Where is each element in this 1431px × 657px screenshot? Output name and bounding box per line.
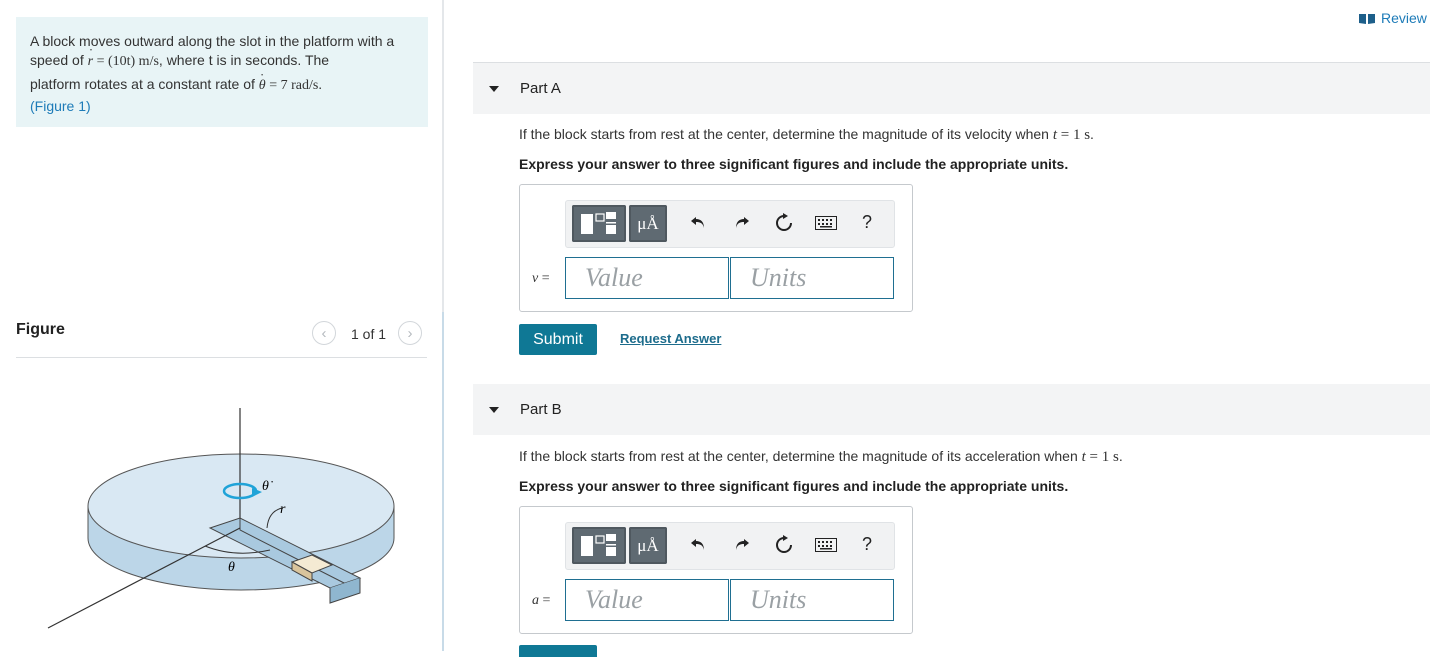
acceleration-units-input[interactable]: Units bbox=[730, 579, 894, 621]
units-symbols-button[interactable]: μÅ bbox=[629, 205, 667, 242]
chevron-left-icon: ‹ bbox=[321, 324, 327, 342]
caret-down-icon bbox=[489, 85, 499, 92]
part-a-time: t = 1 s bbox=[1052, 127, 1091, 143]
platform-figure: θ̇ r θ bbox=[47, 408, 395, 629]
part-b-instruction: Express your answer to three significant… bbox=[519, 478, 1069, 494]
reset-icon bbox=[776, 535, 792, 553]
undo-icon bbox=[691, 539, 704, 550]
theta-dot-expression: θ ˙ = 7 rad/s bbox=[258, 72, 319, 93]
figure-counter: 1 of 1 bbox=[351, 326, 387, 342]
templates-button[interactable] bbox=[572, 527, 626, 564]
keyboard-button[interactable] bbox=[814, 211, 838, 235]
keyboard-button[interactable] bbox=[814, 533, 838, 557]
templates-icon bbox=[581, 212, 616, 234]
part-a-request-answer-link[interactable]: Request Answer bbox=[620, 331, 721, 346]
redo-button[interactable] bbox=[729, 211, 753, 235]
problem-line-3: platform rotates at a constant rate of θ… bbox=[30, 72, 323, 93]
part-b-submit-button[interactable] bbox=[519, 645, 597, 657]
part-a-question: If the block starts from rest at the cen… bbox=[519, 126, 1094, 143]
math-toolbar: μÅ ? bbox=[565, 200, 895, 248]
part-a-header[interactable]: Part A bbox=[473, 63, 1430, 114]
caret-down-icon bbox=[489, 406, 499, 413]
part-b-question: If the block starts from rest at the cen… bbox=[519, 448, 1123, 465]
problem-line-1: A block moves outward along the slot in … bbox=[30, 33, 395, 49]
help-button[interactable]: ? bbox=[862, 212, 872, 233]
part-a-submit-button[interactable]: Submit bbox=[519, 324, 597, 355]
keyboard-icon bbox=[815, 216, 837, 230]
part-b-title: Part B bbox=[520, 401, 562, 418]
undo-button[interactable] bbox=[687, 533, 711, 557]
velocity-variable-label: v = bbox=[532, 271, 550, 286]
figure-prev-button[interactable]: ‹ bbox=[312, 321, 336, 345]
part-a-answer-box: μÅ ? v = Value Units bbox=[519, 184, 913, 312]
velocity-units-input[interactable]: Units bbox=[730, 257, 894, 299]
units-symbols-button[interactable]: μÅ bbox=[629, 527, 667, 564]
reset-button[interactable] bbox=[772, 211, 796, 235]
help-button[interactable]: ? bbox=[862, 534, 872, 555]
redo-icon bbox=[736, 539, 749, 550]
part-a-instruction: Express your answer to three significant… bbox=[519, 156, 1069, 172]
problem-statement: A block moves outward along the slot in … bbox=[16, 17, 428, 127]
undo-icon bbox=[691, 217, 704, 228]
figure-heading: Figure bbox=[16, 321, 65, 338]
r-dot-expression: r ˙ = (10t) m/s bbox=[87, 47, 159, 69]
part-b-answer-box: μÅ ? a = Value Units bbox=[519, 506, 913, 634]
problem-line-2: speed of r ˙ = (10t) m/s, where t is in s… bbox=[30, 47, 330, 69]
review-link[interactable]: Review bbox=[1359, 10, 1427, 26]
chevron-right-icon: › bbox=[407, 324, 413, 342]
part-b-header[interactable]: Part B bbox=[473, 384, 1430, 435]
part-a-title: Part A bbox=[520, 80, 561, 97]
undo-button[interactable] bbox=[687, 211, 711, 235]
math-toolbar: μÅ ? bbox=[565, 522, 895, 570]
figure-divider bbox=[16, 357, 427, 358]
templates-icon bbox=[581, 534, 616, 556]
keyboard-icon bbox=[815, 538, 837, 552]
left-pane: A block moves outward along the slot in … bbox=[0, 0, 443, 651]
acceleration-variable-label: a = bbox=[532, 593, 551, 608]
book-icon bbox=[1359, 13, 1375, 24]
reset-button[interactable] bbox=[772, 533, 796, 557]
r-label: r bbox=[280, 502, 286, 517]
redo-icon bbox=[736, 217, 749, 228]
theta-label: θ bbox=[228, 560, 235, 575]
redo-button[interactable] bbox=[729, 533, 753, 557]
figure-link[interactable]: (Figure 1) bbox=[30, 98, 91, 114]
part-b-time: t = 1 s bbox=[1081, 449, 1119, 465]
velocity-value-input[interactable]: Value bbox=[565, 257, 729, 299]
figure-next-button[interactable]: › bbox=[398, 321, 422, 345]
templates-button[interactable] bbox=[572, 205, 626, 242]
reset-icon bbox=[776, 213, 792, 231]
pane-resize-handle[interactable] bbox=[442, 312, 444, 651]
acceleration-value-input[interactable]: Value bbox=[565, 579, 729, 621]
review-label: Review bbox=[1381, 10, 1427, 26]
